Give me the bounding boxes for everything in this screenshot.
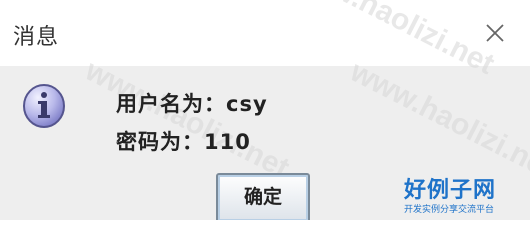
dialog-title: 消息 (13, 25, 60, 50)
ok-button[interactable]: 确定 (216, 173, 310, 220)
close-icon[interactable] (478, 16, 512, 50)
password-message: 密码为：110 (116, 130, 251, 154)
message-dialog: 消息 www.haolizi.net www.haolizi.net www.h… (0, 0, 530, 220)
watermark: www.haolizi.net (80, 54, 295, 186)
title-bar[interactable]: 消息 (0, 0, 530, 66)
username-message: 用户名为：csy (116, 92, 268, 116)
logo-subtitle: 开发实例分享交流平台 (404, 205, 495, 215)
site-logo: 好例子网 开发实例分享交流平台 (404, 172, 514, 220)
logo-title: 好例子网 (404, 177, 497, 203)
info-icon (20, 82, 68, 130)
watermark: www.haolizi.net (345, 55, 530, 187)
